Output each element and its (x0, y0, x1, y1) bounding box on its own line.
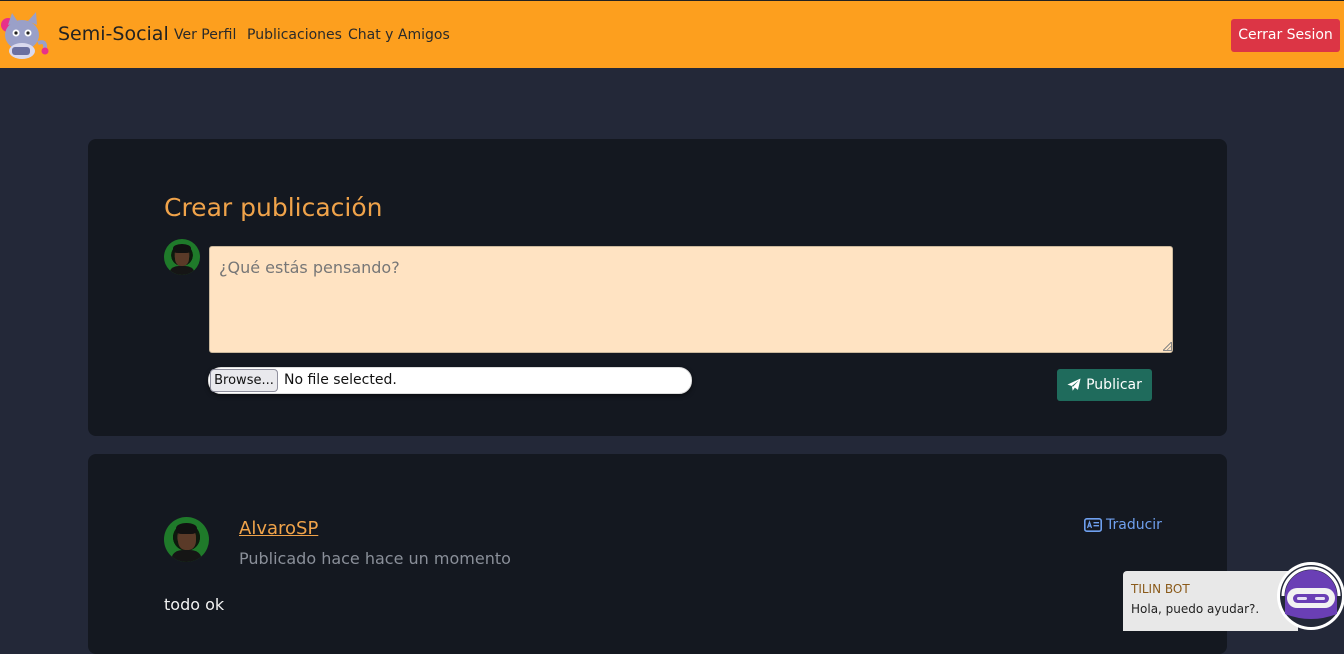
nav-publicaciones[interactable]: Publicaciones (247, 27, 342, 43)
post-card: AlvaroSP Publicado hace hace un momento … (88, 454, 1227, 654)
translate-button[interactable]: Traducir (1084, 517, 1162, 533)
create-post-title: Crear publicación (164, 193, 383, 222)
publish-label: Publicar (1086, 377, 1142, 393)
publish-button[interactable]: Publicar (1057, 369, 1152, 401)
paper-plane-icon (1067, 378, 1081, 391)
nav-chat-amigos[interactable]: Chat y Amigos (348, 27, 450, 43)
brand-name[interactable]: Semi-Social (58, 23, 169, 45)
navbar: Semi-Social Ver Perfil Publicaciones Cha… (0, 0, 1344, 68)
bot-name: TILIN BOT (1131, 582, 1190, 596)
bot-chat-bubble[interactable]: TILIN BOT Hola, puedo ayudar?. (1123, 571, 1298, 631)
post-timestamp: Publicado hace hace un momento (239, 549, 511, 568)
avatar[interactable] (164, 517, 209, 562)
file-input[interactable]: Browse... No file selected. (208, 367, 692, 394)
nav-ver-perfil[interactable]: Ver Perfil (174, 27, 236, 43)
post-textarea[interactable] (209, 246, 1173, 353)
browse-button[interactable]: Browse... (210, 369, 278, 392)
bot-message: Hola, puedo ayudar?. (1131, 602, 1260, 616)
resize-grip[interactable] (1163, 342, 1172, 351)
file-status: No file selected. (284, 372, 397, 388)
language-card-icon (1084, 518, 1102, 532)
create-post-card: Crear publicación Browse... No file sele… (88, 139, 1227, 436)
robot-icon[interactable] (1275, 558, 1344, 630)
avatar (164, 239, 200, 275)
translate-label: Traducir (1106, 517, 1162, 533)
logout-button[interactable]: Cerrar Sesion (1231, 19, 1340, 52)
post-body: todo ok (164, 595, 225, 614)
cat-gamer-logo-icon[interactable] (0, 9, 50, 61)
post-author-link[interactable]: AlvaroSP (239, 518, 318, 539)
